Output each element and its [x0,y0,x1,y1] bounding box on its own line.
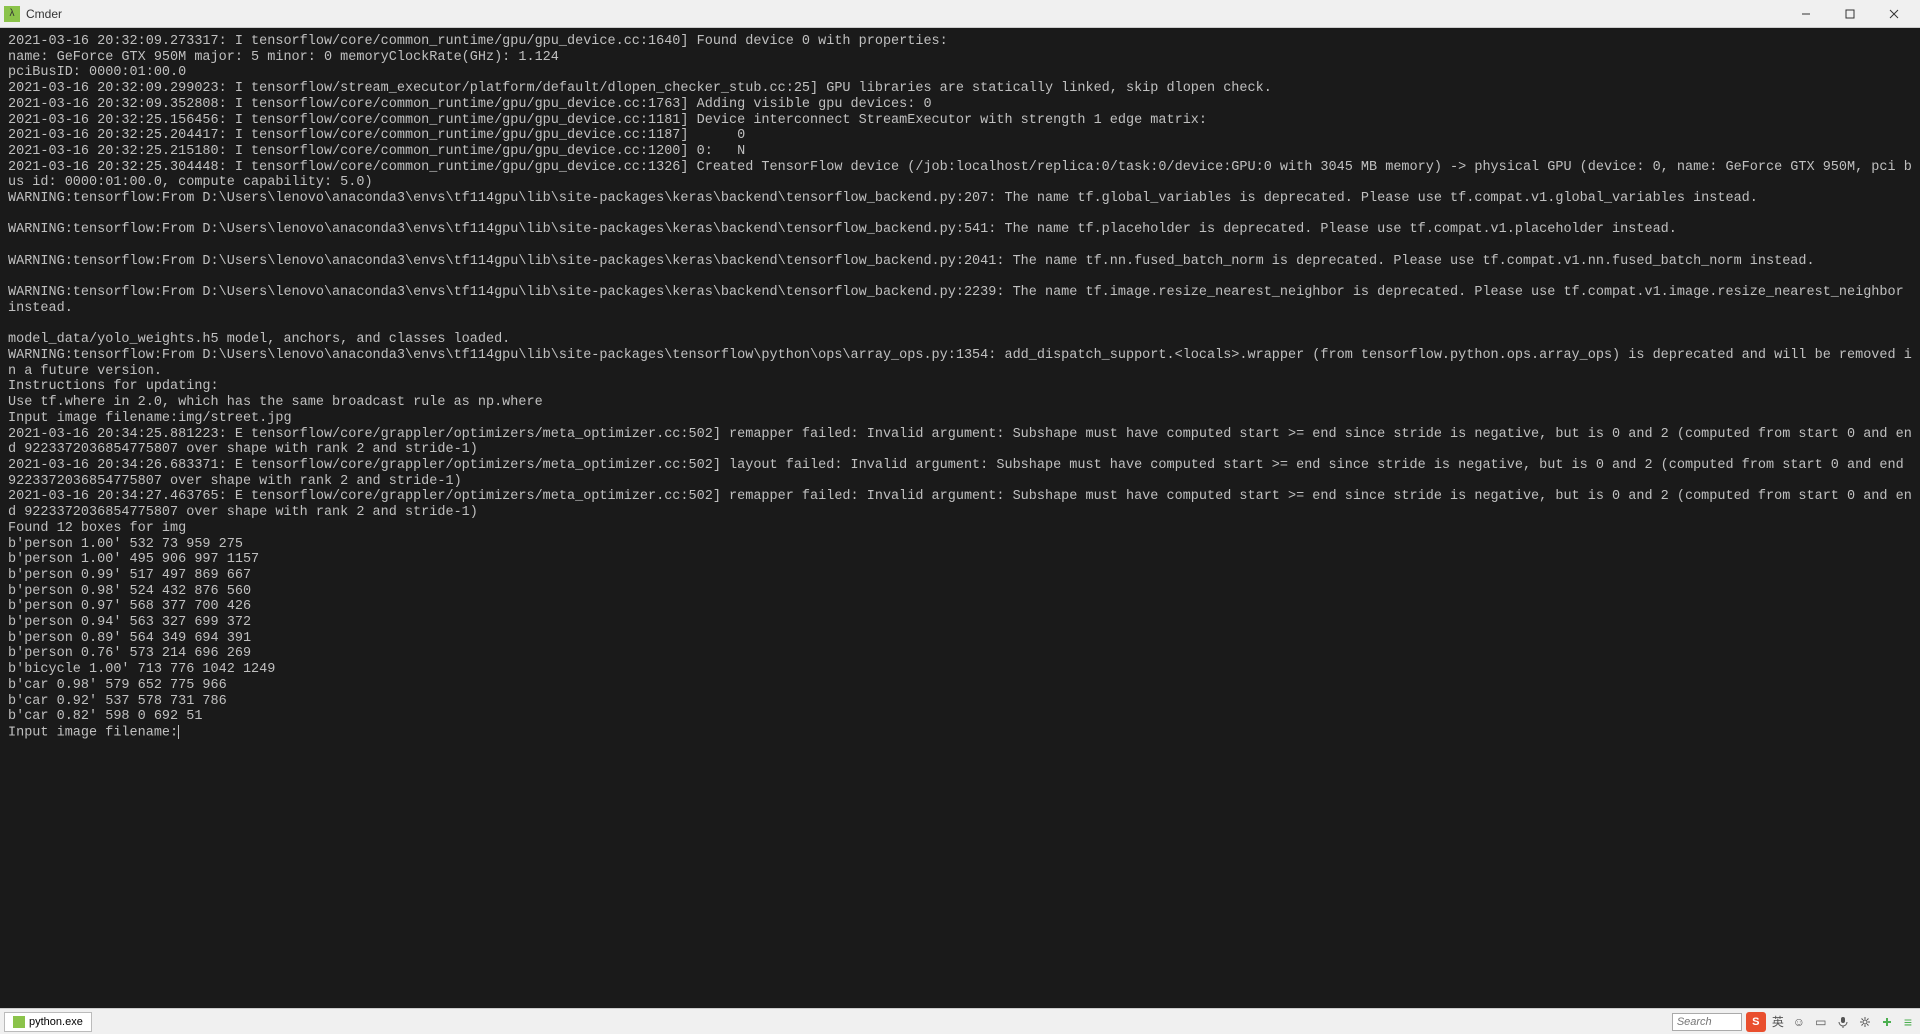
search-input[interactable] [1672,1013,1742,1031]
window-controls [1784,0,1916,28]
tab-label: python.exe [29,1016,83,1028]
lambda-icon [13,1016,25,1028]
statusbar: python.exe S 英 ☺ ▭ ≡ [0,1008,1920,1034]
maximize-button[interactable] [1828,0,1872,28]
plus-icon[interactable] [1878,1013,1896,1031]
ime-badge-icon[interactable]: S [1746,1012,1766,1032]
titlebar: λ Cmder [0,0,1920,28]
window-icon[interactable]: ▭ [1812,1013,1830,1031]
text-cursor [178,725,179,739]
emoji-icon[interactable]: ☺ [1790,1013,1808,1031]
language-indicator[interactable]: 英 [1770,1013,1786,1030]
gear-icon[interactable] [1856,1013,1874,1031]
window-title: Cmder [26,7,1784,21]
terminal-output[interactable]: 2021-03-16 20:32:09.273317: I tensorflow… [0,28,1920,1008]
close-button[interactable] [1872,0,1916,28]
minimize-button[interactable] [1784,0,1828,28]
terminal-text: 2021-03-16 20:32:09.273317: I tensorflow… [8,34,1912,741]
statusbar-right: S 英 ☺ ▭ ≡ [1672,1012,1916,1032]
app-icon: λ [4,6,20,22]
mic-icon[interactable] [1834,1013,1852,1031]
menu-icon[interactable]: ≡ [1900,1014,1916,1030]
console-tab[interactable]: python.exe [4,1012,92,1032]
